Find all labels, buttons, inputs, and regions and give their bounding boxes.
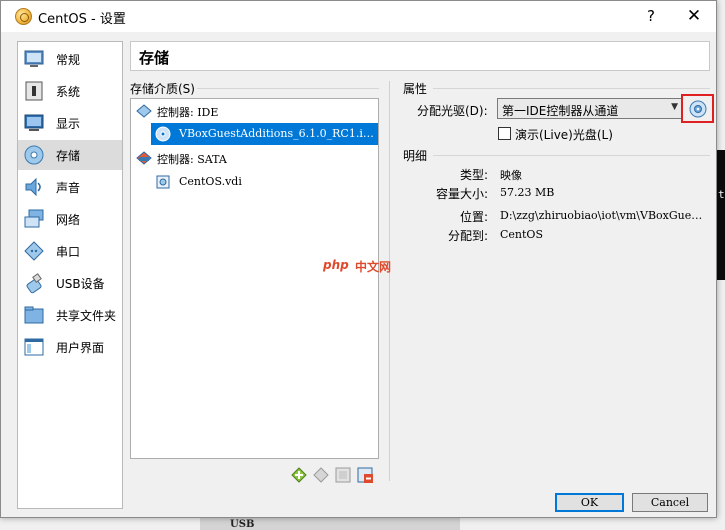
page-title: 存储 — [139, 49, 170, 67]
system-icon — [25, 81, 43, 101]
background-window-strip: USB — [200, 517, 460, 530]
pane-separator[interactable] — [389, 81, 390, 481]
tree-row-ide-controller[interactable]: 控制器: IDE — [132, 100, 377, 122]
sata-controller-icon — [136, 151, 152, 165]
sidebar-item-label: 串口 — [56, 245, 81, 259]
tree-row-hard-disk[interactable]: CentOS.vdi — [151, 171, 378, 193]
divider — [197, 88, 379, 89]
divider — [433, 155, 710, 156]
sidebar-item-label: 声音 — [56, 181, 81, 195]
storage-toolbar — [290, 466, 380, 484]
sidebar-item-label: 网络 — [56, 213, 81, 227]
display-icon — [24, 114, 44, 131]
sidebar-item-serial[interactable]: 串口 — [18, 236, 122, 266]
detail-attached-to-label: 分配到: — [447, 229, 488, 243]
watermark-site: 中文网 — [355, 260, 392, 274]
shared-folder-icon — [24, 306, 44, 324]
divider — [433, 88, 710, 89]
detail-type-label: 类型: — [459, 168, 488, 182]
sidebar-item-system[interactable]: 系统 — [18, 76, 122, 106]
highlight-frame — [681, 94, 714, 123]
window-title: CentOS - 设置 — [38, 12, 126, 27]
storage-icon — [24, 145, 44, 165]
general-icon — [24, 50, 44, 67]
user-interface-icon — [24, 338, 44, 356]
attributes-label: 属性 — [403, 82, 428, 96]
background-usb-text: USB — [230, 519, 255, 530]
sidebar-item-label: 常规 — [56, 53, 81, 67]
watermark-php: php — [323, 258, 349, 272]
add-controller-icon[interactable] — [290, 466, 308, 484]
remove-controller-icon[interactable] — [312, 466, 330, 484]
optical-drive-value: 第一IDE控制器从通道 — [502, 104, 619, 118]
tree-row-label: 控制器: SATA — [157, 153, 227, 166]
optical-drive-select[interactable]: 第一IDE控制器从通道 ▼ — [497, 98, 683, 119]
ok-button[interactable]: OK — [555, 493, 624, 512]
ide-controller-icon — [136, 104, 152, 118]
sidebar-item-general[interactable]: 常规 — [18, 44, 122, 74]
title-bar[interactable]: CentOS - 设置 ? ✕ — [1, 1, 716, 32]
detail-attached-to-value: CentOS — [500, 228, 543, 241]
usb-icon — [26, 273, 42, 294]
serial-port-icon — [24, 241, 44, 261]
close-button[interactable]: ✕ — [679, 3, 709, 29]
cancel-button[interactable]: Cancel — [632, 493, 708, 512]
sidebar-item-label: 系统 — [56, 85, 81, 99]
sidebar-item-user-interface[interactable]: 用户界面 — [18, 332, 122, 362]
settings-sidebar: 常规 系统 显示 存储 声音 网络 串口 USB设备 共享文件夹 用户界面 — [17, 41, 123, 509]
tree-row-label: CentOS.vdi — [179, 175, 242, 188]
audio-icon — [25, 177, 41, 197]
detail-size-label: 容量大小: — [435, 187, 488, 201]
sidebar-item-label: 共享文件夹 — [56, 309, 117, 323]
optical-drive-label: 分配光驱(D): — [417, 104, 488, 118]
tree-row-sata-controller[interactable]: 控制器: SATA — [132, 147, 377, 169]
remove-attachment-icon[interactable] — [356, 466, 374, 484]
site-watermark: php 中文网 — [323, 258, 405, 278]
add-attachment-icon[interactable] — [334, 466, 352, 484]
sidebar-item-label: USB设备 — [56, 277, 105, 291]
sidebar-item-display[interactable]: 显示 — [18, 108, 122, 138]
sidebar-item-label: 显示 — [56, 117, 81, 131]
sidebar-item-network[interactable]: 网络 — [18, 204, 122, 234]
sidebar-item-storage[interactable]: 存储 — [18, 140, 122, 170]
sidebar-item-usb[interactable]: USB设备 — [18, 268, 122, 298]
tree-row-optical-disc[interactable]: VBoxGuestAdditions_6.1.0_RC1.i… — [151, 123, 378, 145]
virtualbox-app-icon — [15, 8, 32, 25]
live-cd-label[interactable]: 演示(Live)光盘(L) — [515, 126, 613, 143]
optical-disc-icon — [155, 126, 171, 142]
help-button[interactable]: ? — [636, 3, 666, 29]
network-icon — [24, 209, 44, 228]
storage-devices-label: 存储介质(S) — [130, 82, 195, 96]
live-cd-checkbox[interactable] — [498, 127, 511, 140]
tree-row-label: VBoxGuestAdditions_6.1.0_RC1.i… — [179, 127, 374, 140]
storage-tree[interactable]: 控制器: IDE VBoxGuestAdditions_6.1.0_RC1.i…… — [130, 98, 379, 459]
detail-location-label: 位置: — [459, 210, 488, 224]
hard-disk-icon — [156, 175, 170, 189]
background-text: t — [718, 188, 725, 201]
sidebar-item-shared-folders[interactable]: 共享文件夹 — [18, 300, 122, 330]
chevron-down-icon: ▼ — [671, 102, 678, 112]
sidebar-item-audio[interactable]: 声音 — [18, 172, 122, 202]
page-title-bar: 存储 — [130, 41, 710, 71]
detail-location-value: D:\zzg\zhiruobiao\iot\vm\VBoxGue… — [500, 209, 703, 222]
sidebar-item-label: 存储 — [56, 149, 81, 163]
tree-row-label: 控制器: IDE — [157, 106, 219, 119]
detail-type-value: 映像 — [500, 169, 522, 182]
sidebar-item-label: 用户界面 — [56, 341, 105, 355]
details-label: 明细 — [403, 149, 428, 163]
background-terminal-edge: t — [717, 150, 725, 280]
detail-size-value: 57.23 MB — [500, 186, 555, 199]
choose-disk-icon[interactable] — [689, 100, 707, 118]
